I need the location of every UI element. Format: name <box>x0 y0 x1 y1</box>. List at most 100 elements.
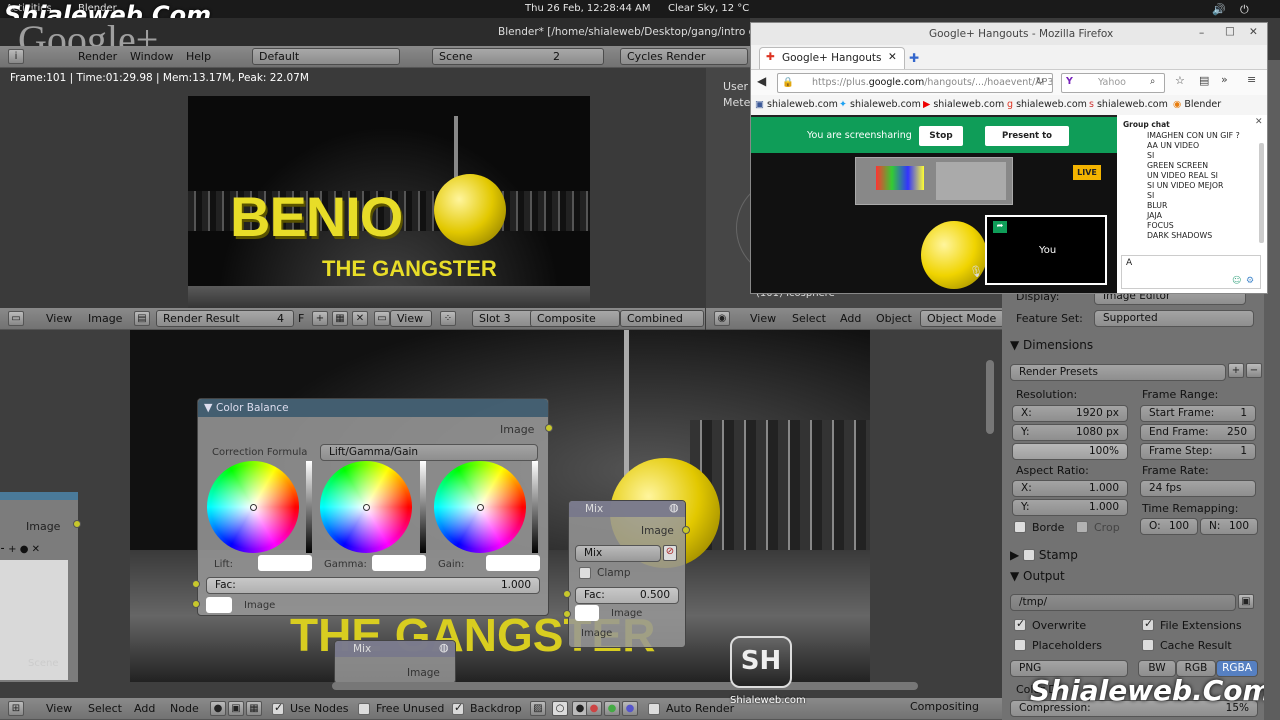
maximize-icon[interactable]: □ <box>1225 25 1235 37</box>
bookmark-2[interactable]: ✦ shialeweb.com <box>839 99 921 110</box>
free-unused-checkbox[interactable] <box>358 703 370 715</box>
bookmark-blender[interactable]: ◉ Blender <box>1173 99 1221 110</box>
color-balance-node[interactable]: ▼ Color Balance Image Correction Formula… <box>197 398 549 616</box>
back-icon[interactable]: ◀ <box>757 74 766 88</box>
viewport-menu-object[interactable]: Object <box>876 312 912 325</box>
editor-type-icon[interactable]: i <box>8 49 24 64</box>
present-button[interactable]: Present to everyone <box>985 126 1069 161</box>
stamp-panel-header[interactable]: ▶ Stamp <box>1010 547 1078 562</box>
mix1-fac-socket[interactable] <box>563 590 571 598</box>
search-icon[interactable]: ⌕ <box>1150 76 1155 87</box>
texture-nodes-icon[interactable]: ▦ <box>246 701 262 716</box>
gain-value-slider[interactable] <box>532 461 538 553</box>
render-result-field[interactable]: Render Result 4 <box>156 310 294 327</box>
aspect-y-field[interactable]: Y: 1.000 <box>1012 499 1128 516</box>
participant-avatar[interactable] <box>921 221 987 289</box>
mix1-input1-color[interactable] <box>575 605 599 621</box>
gamma-wheel[interactable] <box>320 461 412 553</box>
scene-selector[interactable]: Scene 2 <box>432 48 604 65</box>
resolution-y-field[interactable]: Y: 1080 px <box>1012 424 1128 441</box>
remap-old-field[interactable]: O: 100 <box>1140 518 1198 535</box>
volume-icon[interactable]: 🔊 <box>1212 3 1226 16</box>
viewport-menu-add[interactable]: Add <box>840 312 861 325</box>
mix1-alpha-icon[interactable]: ⊘ <box>663 545 677 561</box>
shader-nodes-icon[interactable]: ● <box>210 701 226 716</box>
node-editor[interactable]: THE GANGSTER Image ⁃ + ● ✕ Scene ▼ Color… <box>0 330 1002 698</box>
cb-formula-select[interactable]: Lift/Gamma/Gain <box>320 444 538 461</box>
minimize-icon[interactable]: – <box>1199 27 1204 39</box>
lift-value-slider[interactable] <box>306 461 312 553</box>
compositing-nodes-icon[interactable]: ▣ <box>228 701 244 716</box>
resolution-percent-field[interactable]: 100% <box>1012 443 1128 460</box>
node-menu-add[interactable]: Add <box>134 702 155 715</box>
remove-preset-icon[interactable]: − <box>1246 363 1262 378</box>
cb-input-color[interactable] <box>206 597 232 613</box>
node-menu-select[interactable]: Select <box>88 702 122 715</box>
stop-button[interactable]: Stop <box>919 126 963 146</box>
image-menu-view[interactable]: View <box>46 312 72 325</box>
channel-color-alpha-icon[interactable]: ▨ <box>530 701 546 716</box>
pass-select[interactable]: Combined <box>620 310 704 327</box>
placeholders-checkbox[interactable] <box>1014 639 1026 651</box>
mix1-in1-socket[interactable] <box>563 610 571 618</box>
resolution-x-field[interactable]: X: 1920 px <box>1012 405 1128 422</box>
output-path-field[interactable]: /tmp/ <box>1010 594 1236 611</box>
viewer-node-icons[interactable]: ⁃ + ● ✕ <box>0 544 70 556</box>
lift-color-swatch[interactable] <box>258 555 312 571</box>
viewer-node[interactable]: Image ⁃ + ● ✕ <box>0 492 78 682</box>
cb-input-socket[interactable] <box>192 600 200 608</box>
bookmark-5[interactable]: s shialeweb.com <box>1089 99 1168 110</box>
search-box[interactable]: Y Yahoo ⌕ <box>1061 73 1165 93</box>
cb-fac-slider[interactable]: Fac: 1.000 <box>206 577 540 594</box>
remap-new-field[interactable]: N: 100 <box>1200 518 1258 535</box>
add-preset-icon[interactable]: + <box>1228 363 1244 378</box>
mix1-blend-select[interactable]: Mix <box>575 545 661 562</box>
self-view[interactable]: ➦ You <box>985 215 1107 285</box>
mix1-output-socket[interactable] <box>682 526 690 534</box>
browse-folder-icon[interactable]: ▣ <box>1238 594 1254 609</box>
mix1-fac-slider[interactable]: Fac: 0.500 <box>575 587 679 604</box>
gain-wheel[interactable] <box>434 461 526 553</box>
use-nodes-checkbox[interactable] <box>272 701 284 715</box>
url-bar[interactable]: 🔒 https://plus.google.com/hangouts/.../h… <box>777 73 1053 93</box>
channel-green-icon[interactable]: ● <box>604 701 620 716</box>
open-image-icon[interactable]: ▦ <box>332 311 348 326</box>
node-menu-node[interactable]: Node <box>170 702 199 715</box>
emoji-icon[interactable]: ☺ <box>1232 276 1241 286</box>
tab-hangouts[interactable]: ✚ Google+ Hangouts ✕ <box>759 47 905 69</box>
node-vscrollbar[interactable] <box>986 360 994 434</box>
collapse-icon[interactable]: ▼ <box>204 401 212 414</box>
frame-step-field[interactable]: Frame Step: 1 <box>1140 443 1256 460</box>
attach-icon[interactable]: ⚙ <box>1246 276 1254 286</box>
reload-icon[interactable]: ↻ <box>1036 76 1044 87</box>
fake-user-toggle[interactable]: F <box>298 312 304 325</box>
mix2-preview-icon[interactable]: ◍ <box>439 641 449 654</box>
mix1-preview-icon[interactable]: ◍ <box>669 501 679 514</box>
weather-indicator[interactable]: Clear Sky, 12 °C <box>668 3 749 14</box>
start-frame-field[interactable]: Start Frame: 1 <box>1140 405 1256 422</box>
downloads-icon[interactable]: ▤ <box>1199 74 1209 87</box>
view-mode-select[interactable]: View <box>390 310 432 327</box>
render-engine-selector[interactable]: Cycles Render <box>620 48 748 65</box>
color-balance-header[interactable]: ▼ Color Balance <box>198 399 548 417</box>
image-editor-icon[interactable]: ▭ <box>8 311 24 326</box>
cache-result-checkbox[interactable] <box>1142 639 1154 651</box>
new-tab-icon[interactable]: ✚ <box>909 51 919 65</box>
window-close-icon[interactable]: ✕ <box>1249 26 1258 38</box>
chat-input[interactable]: A ☺ ⚙ <box>1121 255 1261 289</box>
channel-red-icon[interactable]: ● <box>586 701 602 716</box>
image-browse-icon[interactable]: ▤ <box>134 311 150 326</box>
node-hscrollbar[interactable] <box>332 682 918 690</box>
power-icon[interactable]: ⏻ <box>1240 3 1249 17</box>
mix-node-1[interactable]: Mix ◍ Image Mix ⊘ Clamp Fac: 0.500 Image … <box>568 500 686 648</box>
bookmark-1[interactable]: ▣ shialeweb.com <box>755 99 838 110</box>
menu-help[interactable]: Help <box>186 50 211 63</box>
layer-select[interactable]: Composite <box>530 310 620 327</box>
tab-close-icon[interactable]: ✕ <box>888 51 897 63</box>
border-checkbox[interactable] <box>1014 521 1026 533</box>
gamma-color-swatch[interactable] <box>372 555 426 571</box>
menu-render[interactable]: Render <box>78 50 117 63</box>
bookmark-4[interactable]: g shialeweb.com <box>1007 99 1087 110</box>
view-mode-icon[interactable]: ▭ <box>374 311 390 326</box>
channel-blue-icon[interactable]: ● <box>622 701 638 716</box>
